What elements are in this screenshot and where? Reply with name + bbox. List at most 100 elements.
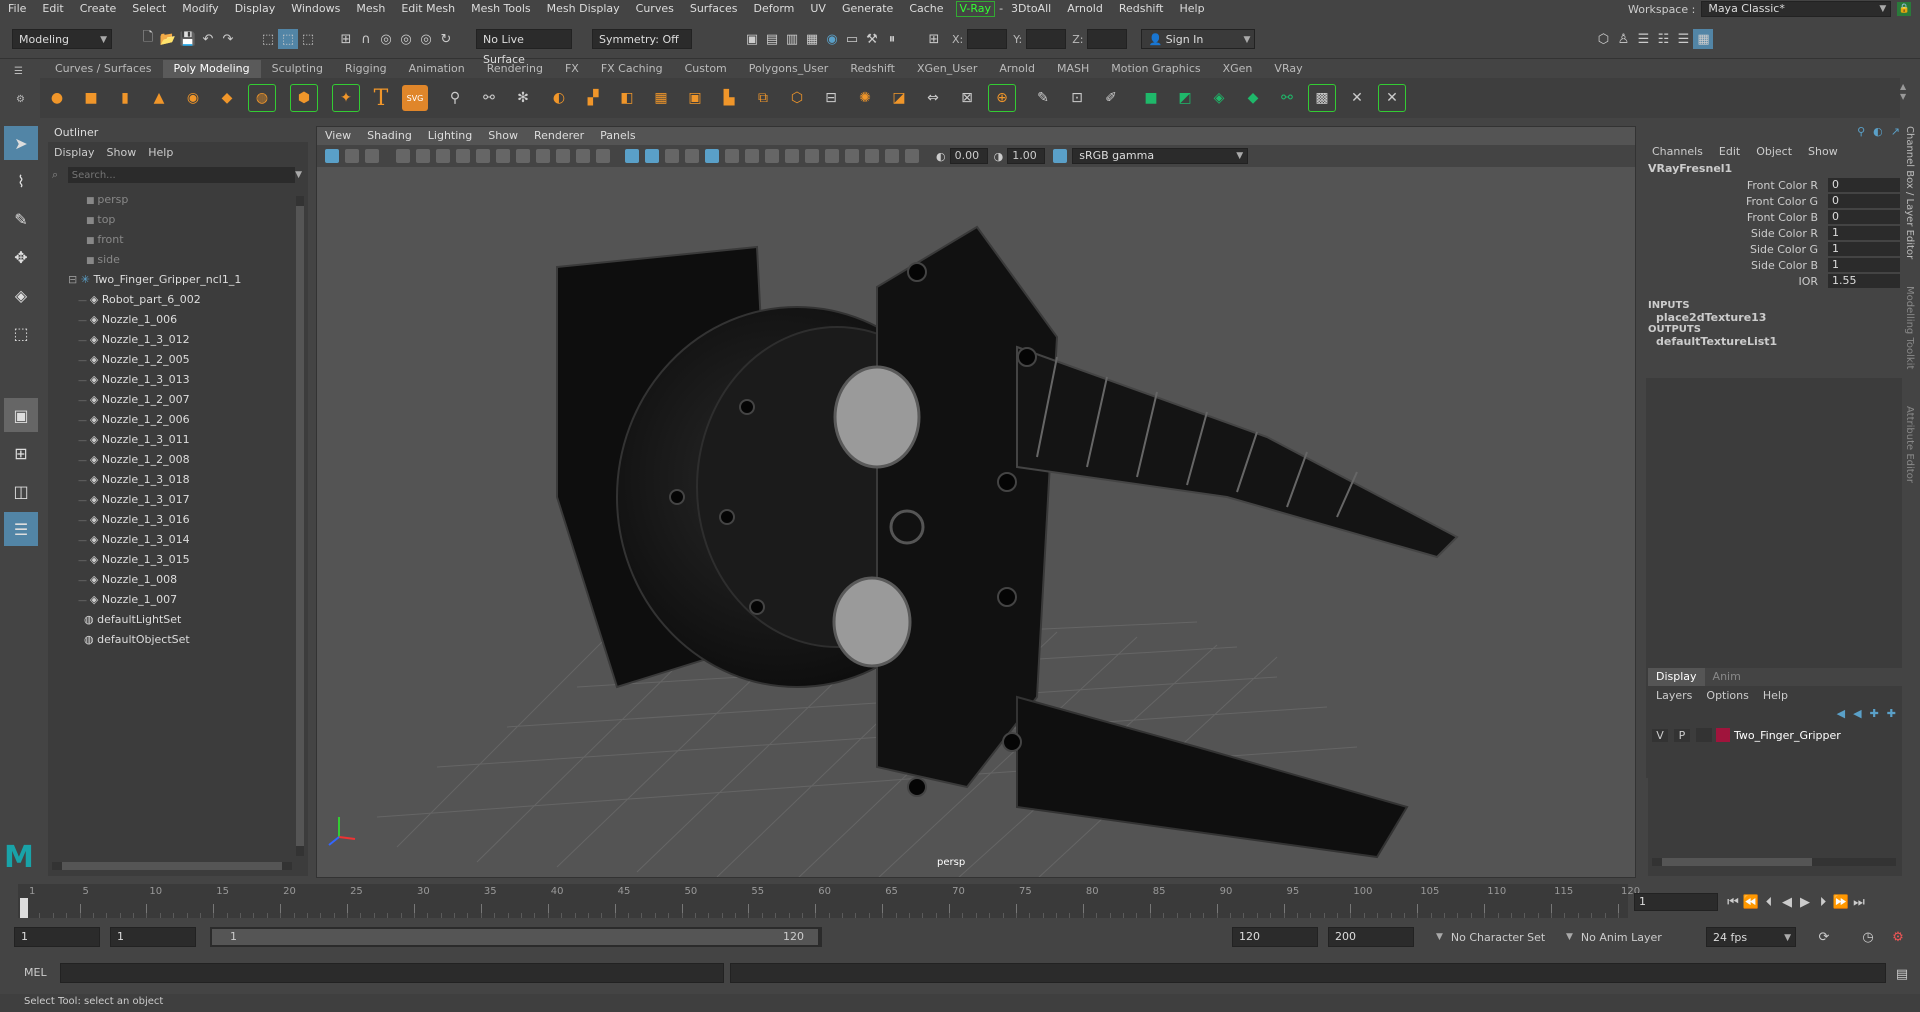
select-component-icon[interactable]: ⬚ [298,29,318,49]
current-time-marker[interactable] [20,898,28,918]
menu-mesh[interactable]: Mesh [348,0,393,18]
new-scene-icon[interactable]: 🗋 [138,29,158,49]
color-space-dropdown[interactable]: sRGB gamma ▼ [1072,148,1249,164]
outliner-item-side[interactable]: ■ side [48,250,298,270]
move-tool-icon[interactable]: ✥ [4,240,38,274]
shelf-tab-redshift[interactable]: Redshift [839,60,906,78]
screen-space-ao-icon[interactable] [745,149,759,163]
menu-redshift[interactable]: Redshift [1111,0,1172,18]
play-backwards-icon[interactable]: ◀ [1778,892,1796,912]
safe-title-icon[interactable] [596,149,610,163]
checker-icon[interactable]: ▩ [1308,84,1336,112]
output-node[interactable]: defaultTextureList1 [1644,335,1904,348]
poly-torus-icon[interactable]: ◉ [180,85,206,111]
paint-select-icon[interactable]: ✎ [4,202,38,236]
step-back-frame-icon[interactable]: ⏴ [1760,892,1778,912]
shelf-tab-rigging[interactable]: Rigging [334,60,398,78]
shelf-menu-icon[interactable]: ☰ [14,66,26,78]
shelf-tab-fx[interactable]: FX [554,60,590,78]
channel-attribute-value[interactable]: 1 [1828,242,1900,256]
shelf-tab-arnold[interactable]: Arnold [988,60,1046,78]
step-forward-key-icon[interactable]: ⏩ [1832,892,1850,912]
menu-mesh-tools[interactable]: Mesh Tools [463,0,539,18]
outliner-hscroll-thumb[interactable] [62,862,282,870]
scale-tool-icon[interactable]: ⬚ [4,316,38,350]
shelf-tab-xgen-user[interactable]: XGen_User [906,60,988,78]
insert-edge-loop-icon[interactable]: ⊟ [818,85,844,111]
go-to-end-icon[interactable]: ⏭ [1850,892,1868,912]
two-d-pan-icon[interactable] [436,149,450,163]
animation-end-field[interactable]: 200 [1328,927,1414,947]
snap-point-icon[interactable]: ◎ [376,29,396,49]
select-camera-icon[interactable] [325,149,339,163]
transform-constraints-icon[interactable]: ⊞ [924,29,944,49]
select-hierarchy-icon[interactable]: ⬚ [258,29,278,49]
grid-icon[interactable] [476,149,490,163]
menu-cache[interactable]: Cache [901,0,951,18]
bevel-icon[interactable]: ⬡ [784,85,810,111]
uv-auto-icon[interactable]: ✐ [1098,85,1124,111]
menu-modify[interactable]: Modify [174,0,226,18]
command-input[interactable] [60,963,724,983]
menu-uv[interactable]: UV [802,0,834,18]
shelf-scroll[interactable]: ▲ ▼ [1900,82,1912,112]
bridge-icon[interactable]: ⧉ [750,85,776,111]
channel-attribute-row[interactable]: Side Color G 1 [1644,242,1904,258]
measure-tool-icon[interactable]: ⚯ [476,85,502,111]
outliner-item-front[interactable]: ■ front [48,230,298,250]
channel-attribute-row[interactable]: Side Color B 1 [1644,258,1904,274]
snap-together-icon[interactable]: ✕ [1344,85,1370,111]
outliner-hscroll[interactable] [52,862,292,870]
grease-pencil-icon[interactable] [456,149,470,163]
shelf-tab-sculpting[interactable]: Sculpting [261,60,334,78]
channel-menu-show[interactable]: Show [1808,145,1838,158]
outliner-item-nozzle-1-2-005[interactable]: — ◈ Nozzle_1_2_005 [48,350,298,370]
poly-plane-icon[interactable]: ◆ [214,85,240,111]
resolution-gate-icon[interactable] [516,149,530,163]
combine-icon[interactable]: ◐ [546,85,572,111]
render-settings-icon[interactable]: ▦ [802,29,822,49]
attribute-editor-icon[interactable]: ☰ [1633,29,1653,49]
outliner-item-nozzle-1-3-018[interactable]: — ◈ Nozzle_1_3_018 [48,470,298,490]
menu-help[interactable]: Help [1171,0,1212,18]
shelf-tab-xgen[interactable]: XGen [1212,60,1264,78]
sculpt-tool-icon[interactable]: ⚲ [442,85,468,111]
layer-menu-options[interactable]: Options [1706,689,1748,702]
time-slider[interactable]: 1 5 10 15 20 25 30 35 40 45 50 55 60 65 70 75 80 85 90 95 10… [18,884,1640,918]
layer-playback-toggle[interactable]: P [1674,728,1690,742]
y-field[interactable] [1026,29,1067,49]
current-frame-field[interactable]: 1 [1634,893,1718,911]
outliner-menu-show[interactable]: Show [107,146,137,159]
menu-edit-mesh[interactable]: Edit Mesh [393,0,463,18]
select-tool-icon[interactable]: ➤ [4,126,38,160]
fps-dropdown[interactable]: 24 fps ▼ [1706,927,1796,947]
layer-menu-help[interactable]: Help [1763,689,1788,702]
shelf-settings-icon[interactable]: ⚙ [16,94,26,105]
range-slider-handle[interactable]: 1 120 [212,929,818,945]
viewport-panel[interactable]: View Shading Lighting Show Renderer Panels ◐ … [316,126,1636,878]
channel-attribute-value[interactable]: 0 [1828,194,1900,208]
viewport-menu-view[interactable]: View [317,127,359,145]
shelf-tab-custom[interactable]: Custom [674,60,738,78]
tab-display[interactable]: Display [1648,668,1705,686]
gamma-field[interactable]: 1.00 [1007,148,1046,164]
tab-attribute-editor[interactable]: Attribute Editor [1904,406,1915,506]
channel-filter-icon[interactable]: ⚲ [1857,125,1865,138]
menu-file[interactable]: File [0,0,34,18]
use-all-lights-icon[interactable] [705,149,719,163]
redo-icon[interactable]: ↷ [218,29,238,49]
outliner-item-top[interactable]: ■ top [48,210,298,230]
outliner-item-nozzle-1-3-011[interactable]: — ◈ Nozzle_1_3_011 [48,430,298,450]
scene-view[interactable] [317,167,1635,877]
live-surface-field[interactable]: No Live Surface [476,29,572,66]
camera-attrs-icon[interactable] [365,149,379,163]
isolate-select-icon[interactable] [825,149,839,163]
modeling-toolkit-icon[interactable]: ⬡ [1593,29,1613,49]
viewport-menu-lighting[interactable]: Lighting [420,127,480,145]
range-slider[interactable]: 1 120 [210,927,822,947]
shelf-tab-curves-surfaces[interactable]: Curves / Surfaces [44,60,163,78]
smooth-icon[interactable]: ▦ [648,85,674,111]
wireframe-icon[interactable] [625,149,639,163]
fill-hole-icon[interactable]: ⊠ [954,85,980,111]
shelf-tab-motion-graphics[interactable]: Motion Graphics [1100,60,1211,78]
